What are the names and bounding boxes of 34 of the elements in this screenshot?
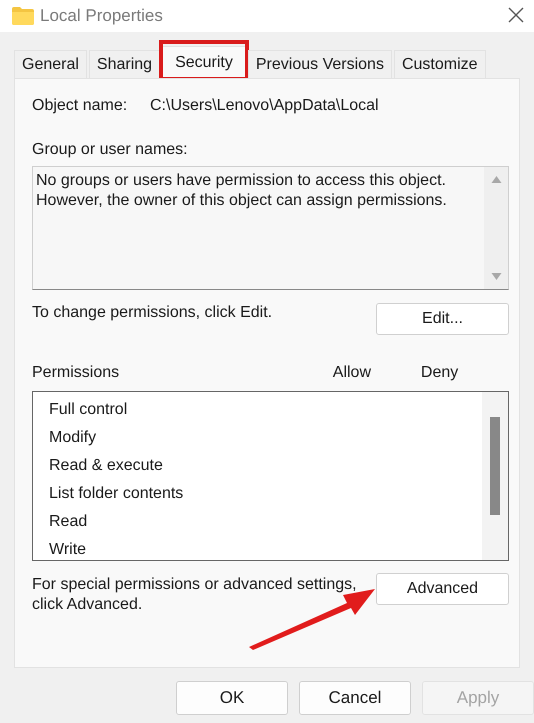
permission-name: Read & execute: [49, 456, 164, 476]
tab[interactable]: General: [14, 50, 87, 78]
column-header: Allow: [332, 364, 372, 383]
object-name-label: Object name:: [32, 97, 128, 115]
dialog-button[interactable]: OK: [176, 681, 288, 715]
permissions-label: Permissions: [32, 364, 120, 383]
window-title: Local Properties: [40, 6, 163, 26]
permission-name: Modify: [49, 428, 98, 448]
permission-name: List folder contents: [49, 484, 184, 504]
close-icon[interactable]: [508, 7, 524, 23]
tab[interactable]: Customize: [394, 50, 486, 78]
scroll-up-icon[interactable]: [490, 175, 502, 183]
scroll-down-icon[interactable]: [490, 273, 502, 281]
folder-icon: [12, 7, 34, 25]
tab[interactable]: Previous Versions: [248, 50, 392, 78]
group-list[interactable]: No groups or users have permission to access this object. However, the owner of this object can assign permissions.: [32, 166, 509, 290]
advanced-button[interactable]: Advanced: [376, 573, 509, 605]
scrollbar[interactable]: [482, 392, 508, 560]
permission-name: Read: [49, 512, 88, 532]
message-text: However, the owner of this object can assign permissions.: [36, 191, 448, 211]
edit-hint: To change permissions, click Edit.: [32, 303, 272, 322]
permission-name: Write: [49, 540, 88, 560]
edit-button[interactable]: Edit...: [376, 303, 509, 335]
scroll-thumb[interactable]: [490, 417, 500, 515]
column-header: Deny: [420, 364, 460, 383]
object-path: C:\Users\Lenovo\AppData\Local: [150, 97, 379, 115]
permission-name: Full control: [49, 400, 128, 420]
scrollbar[interactable]: [484, 167, 508, 289]
group-names-label: Group or user names:: [32, 141, 189, 160]
tab[interactable]: Sharing: [88, 50, 160, 78]
dialog-button[interactable]: Cancel: [299, 681, 411, 715]
message-text: No groups or users have permission to access this object.: [36, 171, 447, 191]
tab[interactable]: Security: [162, 46, 246, 78]
advanced-hint: For special permissions or advanced settings, click Advanced.: [32, 575, 358, 615]
